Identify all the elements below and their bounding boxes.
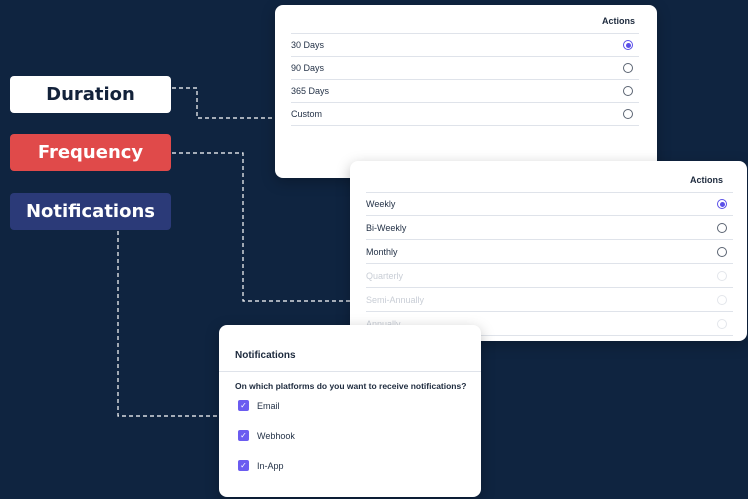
option-label: Bi-Weekly [366, 222, 407, 233]
frequency-label: Frequency [10, 134, 171, 171]
checkbox-label: In-App [257, 460, 284, 471]
radio-button[interactable] [717, 270, 727, 281]
frequency-option-row[interactable]: Semi-Annually [366, 288, 733, 312]
checkbox-checked-icon[interactable]: ✓ [238, 400, 249, 411]
frequency-option-row[interactable]: Quarterly [366, 264, 733, 288]
actions-header: Actions [602, 16, 636, 26]
radio-button[interactable] [623, 86, 633, 96]
checkbox-label: Email [257, 400, 280, 411]
radio-button[interactable] [623, 40, 633, 50]
option-label: 365 Days [291, 86, 330, 96]
option-label: Monthly [366, 246, 398, 257]
option-label: Semi-Annually [366, 294, 425, 305]
option-label: Quarterly [366, 270, 404, 281]
checkbox-label: Webhook [257, 430, 295, 441]
duration-card: Actions 30 Days 90 Days 365 Days Custom [275, 5, 657, 178]
notifications-question: On which platforms do you want to receiv… [235, 381, 467, 391]
radio-button[interactable] [717, 246, 727, 257]
checkbox-row-in-app[interactable]: ✓ In-App [238, 460, 284, 471]
frequency-option-row[interactable]: Weekly [366, 192, 733, 216]
notifications-title: Notifications [235, 350, 296, 361]
checkbox-checked-icon[interactable]: ✓ [238, 460, 249, 471]
radio-button[interactable] [717, 318, 727, 329]
radio-button[interactable] [717, 294, 727, 305]
frequency-card: Actions Weekly Bi-Weekly Monthly Quarter… [350, 161, 747, 341]
notifications-label: Notifications [10, 193, 171, 230]
duration-option-row[interactable]: 30 Days [291, 33, 639, 57]
option-label: 90 Days [291, 63, 325, 73]
radio-button[interactable] [717, 199, 727, 209]
radio-button[interactable] [623, 109, 633, 119]
divider [219, 371, 481, 372]
checkbox-row-webhook[interactable]: ✓ Webhook [238, 430, 295, 441]
radio-button[interactable] [623, 63, 633, 73]
duration-option-row[interactable]: 365 Days [291, 80, 639, 103]
option-label: Weekly [366, 199, 396, 209]
duration-option-row[interactable]: 90 Days [291, 57, 639, 80]
duration-label: Duration [10, 76, 171, 113]
actions-header: Actions [690, 175, 724, 185]
checkbox-row-email[interactable]: ✓ Email [238, 400, 280, 411]
option-label: 30 Days [291, 40, 325, 50]
frequency-option-row[interactable]: Bi-Weekly [366, 216, 733, 240]
notifications-card: Notifications On which platforms do you … [219, 325, 481, 497]
checkbox-checked-icon[interactable]: ✓ [238, 430, 249, 441]
radio-button[interactable] [717, 222, 727, 233]
option-label: Custom [291, 109, 323, 119]
duration-option-row[interactable]: Custom [291, 103, 639, 126]
frequency-option-row[interactable]: Monthly [366, 240, 733, 264]
